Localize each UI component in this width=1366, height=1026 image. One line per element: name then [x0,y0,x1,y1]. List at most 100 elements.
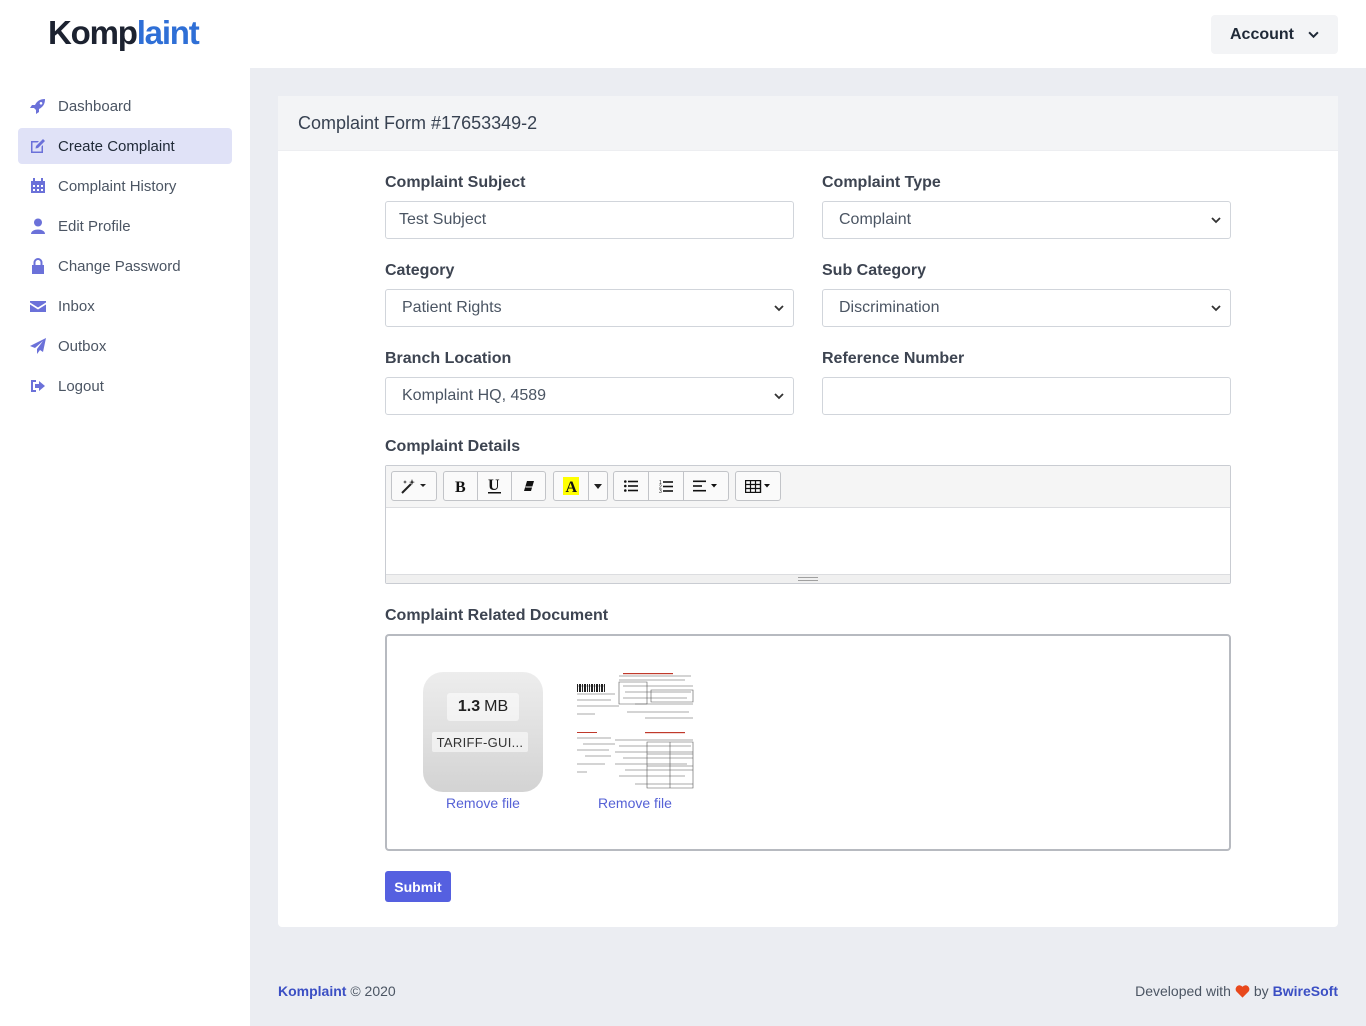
category-label: Category [385,262,455,279]
logo-text-accent: laint [136,14,200,51]
unordered-list-icon [624,480,638,492]
sidebar-item-label: Inbox [58,297,95,315]
complaint-type-select[interactable]: Complaint [822,201,1231,239]
sidebar-item-label: Edit Profile [58,217,131,235]
copyright-text: © 2020 [350,983,396,999]
envelope-icon [30,298,46,314]
app-logo[interactable]: Komplaint [48,14,200,52]
align-dropdown-button[interactable] [683,471,729,501]
style-group [391,471,437,501]
sidebar-item-complaint-history[interactable]: Complaint History [18,168,232,204]
sidebar-item-logout[interactable]: Logout [18,368,232,404]
sidebar-item-label: Complaint History [58,177,177,195]
branch-label: Branch Location [385,350,512,367]
submit-button[interactable]: Submit [385,871,451,902]
font-color-icon: A [563,477,579,495]
category-select[interactable]: Patient Rights [385,289,794,327]
remove-file-link[interactable]: Remove file [575,795,695,811]
color-dropdown-button[interactable] [588,471,608,501]
sidebar-item-label: Outbox [58,337,107,355]
font-style-group: B U [443,471,546,501]
chevron-down-icon [774,393,784,400]
complaint-type-value: Complaint [839,211,912,228]
branch-location-value: Komplaint HQ, 4589 [402,387,547,404]
sub-category-label: Sub Category [822,262,927,279]
chevron-down-icon [1211,217,1221,224]
by-text: by [1253,983,1269,999]
text-color-button[interactable]: A [553,471,589,501]
top-bar: Komplaint Account [0,0,1366,68]
svg-text:U: U [488,478,500,494]
sidebar-item-label: Dashboard [58,97,132,115]
unordered-list-button[interactable] [613,471,649,501]
table-icon [745,479,770,493]
main-content: Complaint Form #17653349-2 Complaint Sub… [250,68,1366,1026]
clear-format-button[interactable] [511,471,546,501]
category-value: Patient Rights [402,299,502,316]
sub-category-select[interactable]: Discrimination [822,289,1231,327]
chevron-down-icon [1308,31,1319,39]
color-group: A [553,471,608,501]
svg-text:3: 3 [659,489,662,493]
ordered-list-icon: 123 [659,480,673,493]
insert-group [735,471,781,501]
account-label: Account [1230,25,1294,43]
lock-icon [30,258,46,274]
rich-text-editor: B U A 1 2 3 [385,465,1231,584]
underline-button[interactable]: U [477,471,512,501]
sidebar-item-label: Logout [58,377,104,395]
sidebar-item-create-complaint[interactable]: Create Complaint [18,128,232,164]
account-dropdown-button[interactable]: Account [1211,15,1338,54]
editor-toolbar: B U A 1 2 3 [386,466,1230,508]
footer-brand-link[interactable]: Komplaint [278,983,346,999]
ordered-list-button[interactable]: 123 [648,471,684,501]
bold-icon: B [455,479,466,493]
editor-resize-handle[interactable] [386,574,1230,583]
documents-label: Complaint Related Document [385,607,609,624]
footer-copyright: Komplaint © 2020 [278,983,396,999]
sidebar: Dashboard Create Complaint Complaint His… [0,68,250,1026]
paper-plane-icon [30,338,46,354]
sidebar-item-edit-profile[interactable]: Edit Profile [18,208,232,244]
document-dropzone[interactable]: 1.3 MB TARIFF-GUI... Remove file Remove … [385,634,1231,851]
file-preview: 1.3 MB TARIFF-GUI... [423,672,543,792]
sidebar-item-change-password[interactable]: Change Password [18,248,232,284]
rocket-icon [30,98,46,114]
document-image-preview [575,672,695,792]
reference-number-input[interactable] [822,377,1231,415]
chevron-down-icon [1211,305,1221,312]
file-name: TARIFF-GUI... [432,732,528,752]
magic-wand-icon [401,479,426,494]
branch-location-select[interactable]: Komplaint HQ, 4589 [385,377,794,415]
reference-label: Reference Number [822,350,965,367]
form-title: Complaint Form #17653349-2 [278,96,1338,151]
underline-icon: U [487,478,501,494]
eraser-icon [523,481,534,491]
sidebar-item-inbox[interactable]: Inbox [18,288,232,324]
details-label: Complaint Details [385,438,521,455]
remove-file-link[interactable]: Remove file [423,795,543,811]
table-dropdown-button[interactable] [735,471,781,501]
details-editor-area[interactable] [386,508,1230,574]
sidebar-item-label: Create Complaint [58,137,175,155]
sidebar-item-label: Change Password [58,257,181,275]
calendar-icon [30,178,46,194]
subject-input[interactable]: Test Subject [385,201,794,239]
file-size: 1.3 MB [447,693,519,721]
developer-link[interactable]: BwireSoft [1273,983,1338,999]
type-label: Complaint Type [822,174,941,191]
align-left-icon [693,480,717,492]
sidebar-item-outbox[interactable]: Outbox [18,328,232,364]
svg-text:B: B [455,479,466,493]
caret-down-icon [594,483,602,489]
complaint-form-card: Complaint Form #17653349-2 Complaint Sub… [278,96,1338,927]
sub-category-value: Discrimination [839,299,940,316]
sidebar-item-dashboard[interactable]: Dashboard [18,88,232,124]
bold-button[interactable]: B [443,471,478,501]
chevron-down-icon [774,305,784,312]
svg-text:A: A [566,479,578,495]
paragraph-group: 123 [613,471,729,501]
logo-text-main: Komp [48,14,138,51]
grip-icon [798,577,818,581]
magic-wand-style-button[interactable] [391,471,437,501]
